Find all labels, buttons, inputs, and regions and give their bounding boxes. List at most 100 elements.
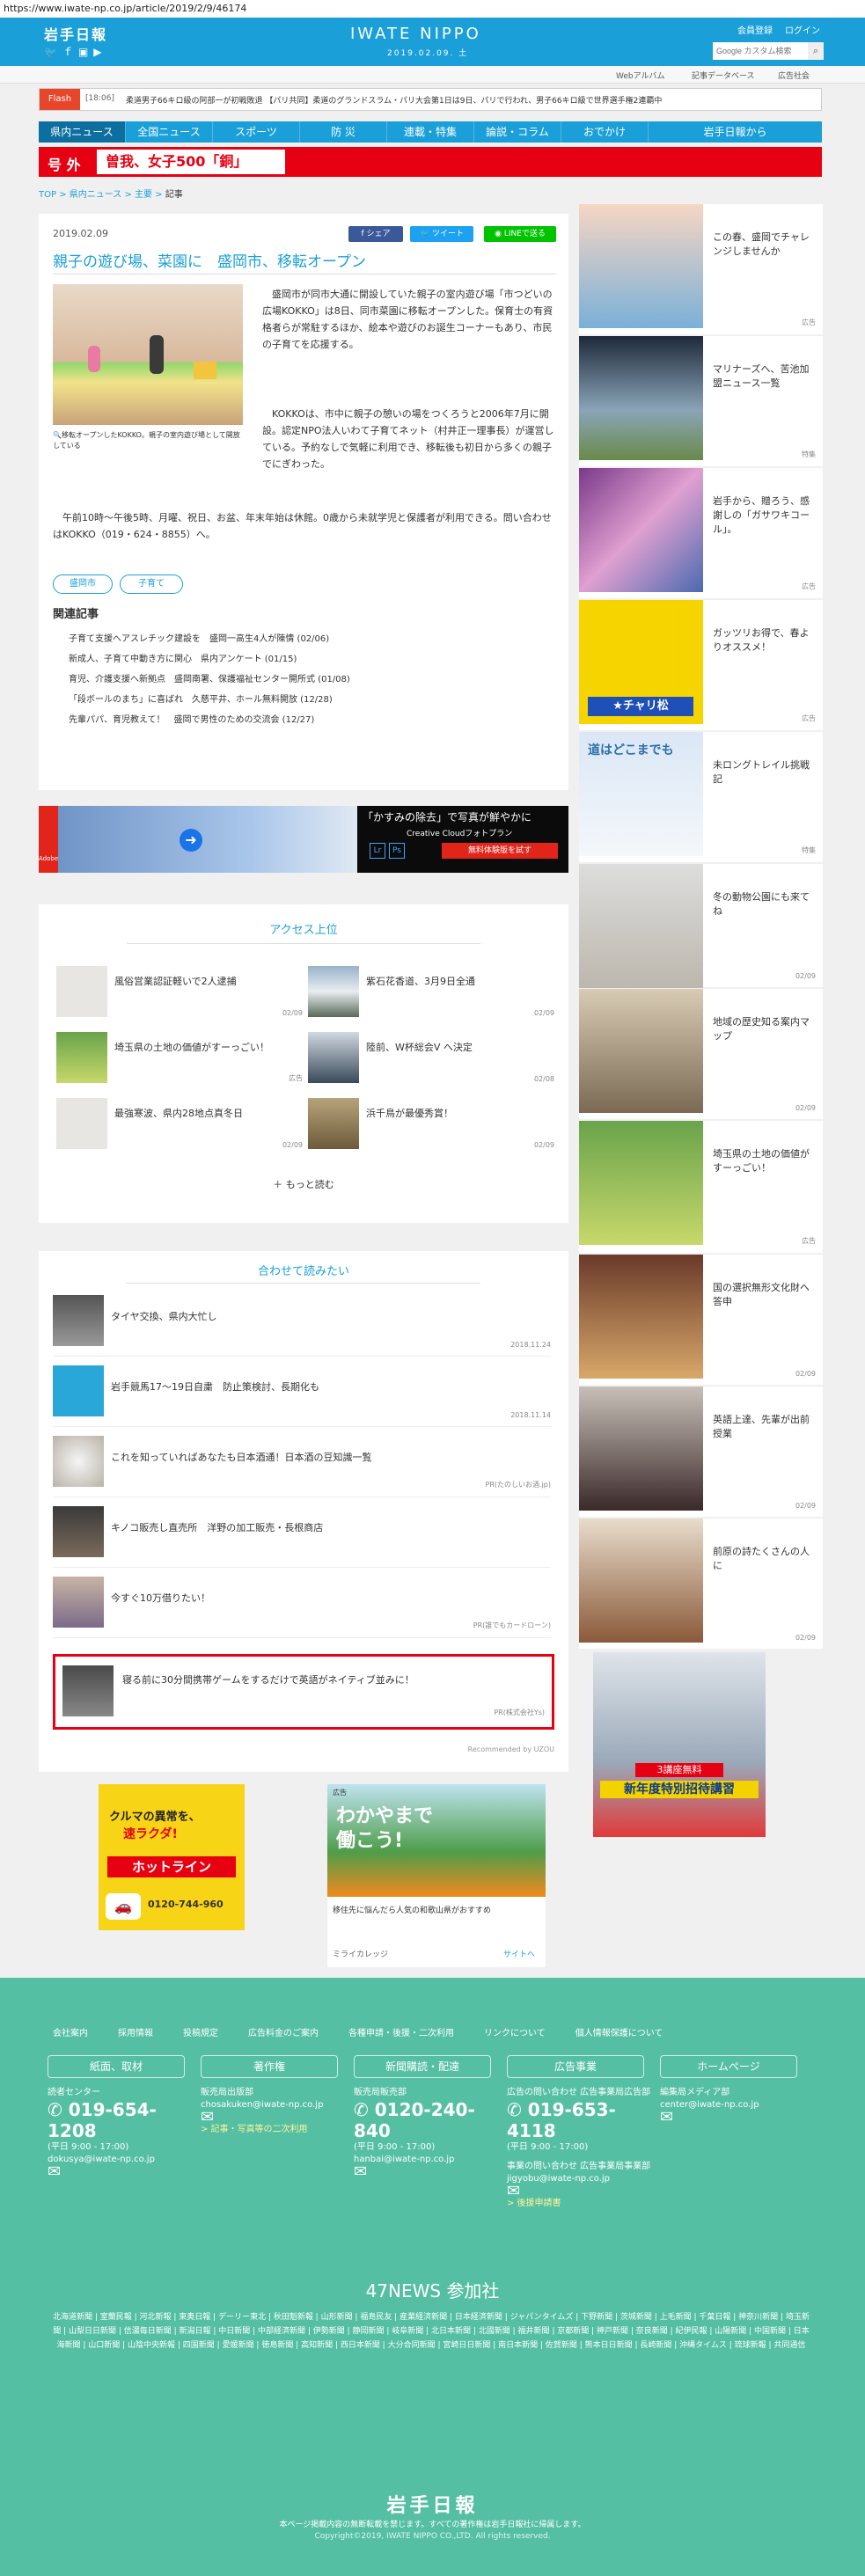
social-icons[interactable]: 🐦ｆ▣▶ — [44, 44, 107, 59]
zoom-icon[interactable]: 🔍 — [53, 431, 62, 439]
ad-site-link[interactable]: サイトへ — [503, 1948, 535, 1959]
email-link[interactable]: dokusya@iwate-np.co.jp — [48, 2154, 194, 2166]
line-share-button[interactable]: ◉ LINEで送る — [484, 226, 556, 242]
recommend-item[interactable]: これを知っていればあなたも日本酒通！日本酒の豆知識一覧 PR(たのしいお酒.jp) — [53, 1436, 551, 1497]
sidebar-item[interactable]: 前原の詩たくさんの人に 02/09 — [579, 1519, 823, 1649]
mail-icon[interactable]: ✉ — [201, 2110, 347, 2126]
recommend-item[interactable]: タイヤ交換、県内大忙し 2018.11.24 — [53, 1295, 551, 1357]
recommend-item-title: 寝る前に30分間携帯ゲームをするだけで英語がネイティブ並みに！ — [122, 1674, 414, 1686]
url-bar[interactable]: https://www.iwate-np.co.jp/article/2019/… — [0, 0, 865, 18]
adobe-banner-ad[interactable]: Adobe ➜ 「かすみの除去」で写真が鮮やかに Creative Cloudフ… — [39, 806, 568, 873]
footer-link[interactable]: 個人情報保護について — [575, 2025, 663, 2038]
sidebar-item[interactable]: 英語上達、先輩が出前授業 02/09 — [579, 1387, 823, 1517]
login-link[interactable]: ログイン — [785, 23, 820, 36]
email-link[interactable]: chosakuken@iwate-np.co.jp — [201, 2099, 347, 2111]
site-logo[interactable]: 岩手日報 — [44, 23, 107, 44]
breadcrumb-top[interactable]: TOP — [39, 190, 56, 200]
related-link[interactable]: 新成人、子育て中動き方に関心 県内アンケート (01/15) — [69, 651, 297, 664]
footer-link[interactable]: 会社案内 — [53, 2025, 88, 2038]
footer-col: 読者センター ✆ 019-654-1208 (平日 9:00 - 17:00) … — [48, 2087, 194, 2180]
partners-list[interactable]: 北海道新聞 | 室蘭民報 | 河北新報 | 東奥日報 | デーリー東北 | 秋田… — [53, 2310, 810, 2353]
access-item[interactable]: 最強寒波、県内28地点真冬日 02/09 — [56, 1098, 303, 1149]
thumbnail — [53, 1506, 104, 1557]
email-link[interactable]: jigyobu@iwate-np.co.jp — [507, 2173, 653, 2185]
access-item[interactable]: 陸前、W杯総会V へ決定 02/08 — [308, 1032, 554, 1083]
recommend-item[interactable]: キノコ販売し直売所 洋野の加工販売・長根商店 — [53, 1506, 551, 1568]
tag-morioka[interactable]: 盛岡市 — [53, 574, 113, 594]
footer-link[interactable]: 採用情報 — [118, 2025, 153, 2038]
trial-button[interactable]: 無料体験版を試す — [442, 843, 558, 859]
ad-company-link[interactable]: 広告社会 — [778, 70, 810, 81]
related-link[interactable]: 先輩パパ、育児教えて！ 盛岡で男性のための交流会 (12/27) — [69, 712, 314, 725]
flash-time: [18:06] — [85, 94, 114, 103]
mail-icon[interactable]: ✉ — [660, 2110, 806, 2126]
tag-childcare[interactable]: 子育て — [120, 574, 183, 594]
sidebar-item[interactable]: この春、盛岡でチャレンジしませんか 広告 — [579, 204, 823, 334]
sidebar-item[interactable]: 埼玉県の土地の価値がすーっごい！ 広告 — [579, 1121, 823, 1253]
flash-text[interactable]: 柔道男子66キロ級の阿部一が初戦敗退 【パリ共同】柔道のグランドスラム・パリ大会… — [126, 94, 817, 106]
related-link[interactable]: 育児、介護支援へ新拠点 盛岡南署、保護福祉センター開所式 (01/08) — [69, 671, 350, 684]
breadcrumb-main[interactable]: 主要 — [135, 190, 152, 200]
extra-headline[interactable]: 曽我、女子500「銅」 — [97, 150, 285, 174]
sidebar-item[interactable]: ★チャリ松 ガッツリお得で、春よりオススメ！ 広告 — [579, 600, 823, 730]
footer-link[interactable]: 投稿規定 — [183, 2025, 218, 2038]
footer-link[interactable]: リンクについて — [484, 2025, 546, 2038]
chariken-logo: ★チャリ松 — [588, 697, 693, 716]
related-link[interactable]: 「段ボールのまち」に喜ばれ 久慈平井、ホール無料開放 (12/28) — [69, 692, 333, 705]
wakayama-ad[interactable]: 広告 わかやまで 働こう! 移住先に悩んだら人気の和歌山県がおすすめ ミライカレ… — [327, 1784, 546, 1967]
tweet-button[interactable]: 🐦 ツイート — [410, 226, 473, 242]
sidebar-item[interactable]: 道はどこまでも 未ロングトレイル挑戦記 特集 — [579, 732, 823, 862]
ad-text: 速ラクダ! — [123, 1827, 178, 1841]
more-link[interactable]: ＋ もっと読む — [39, 1177, 568, 1191]
hotline-ad[interactable]: クルマの異常を、 速ラクダ! ホットライン 🚗 0120-744-960 — [99, 1784, 245, 1930]
mail-icon[interactable]: ✉ — [507, 2184, 653, 2199]
nav-outing[interactable]: おでかけ — [561, 121, 649, 143]
mail-icon[interactable]: ✉ — [354, 2164, 500, 2180]
nav-features[interactable]: 連載・特集 — [387, 121, 474, 143]
footer-link[interactable]: 広告料金のご案内 — [248, 2025, 319, 2038]
nav-national-news[interactable]: 全国ニュース — [126, 121, 213, 143]
sidebar-item[interactable]: 岩手から、贈ろう、感謝しの「ガサワキコール」。 広告 — [579, 468, 823, 598]
nav-sports[interactable]: スポーツ — [213, 121, 300, 143]
sidebar-item[interactable]: 国の選択無形文化財へ答申 02/09 — [579, 1255, 823, 1385]
web-album-link[interactable]: Webアルバム — [616, 70, 665, 81]
sidebar-ad[interactable]: 新年度特別招待講習 3講座無料 — [593, 1652, 766, 1837]
access-item[interactable]: 風俗営業認証軽いで2人逮捕 02/09 — [56, 966, 303, 1017]
ad-image: 広告 わかやまで 働こう! — [327, 1784, 546, 1897]
article-db-link[interactable]: 記事データベース — [692, 70, 755, 81]
recommend-item[interactable]: 岩手競馬17〜19日自粛 防止策検討、長期化も 2018.11.14 — [53, 1365, 551, 1427]
search-input[interactable] — [713, 42, 817, 60]
thumbnail — [579, 336, 703, 460]
related-link[interactable]: 子育て支援へアスレチック建設を 盛岡一高生4人が陳情 (02/06) — [69, 631, 329, 644]
uzou-credit[interactable]: Recommended by UZOU — [468, 1745, 554, 1753]
sponsor-link[interactable]: > 後援申請書 — [507, 2198, 653, 2210]
footer-link[interactable]: 各種申請・後援・二次利用 — [348, 2025, 454, 2038]
ad-text: 働こう! — [336, 1830, 404, 1852]
search-icon[interactable]: ⌕ — [808, 42, 824, 60]
sidebar-item[interactable]: 冬の動物公園にも来てね 02/09 — [579, 864, 823, 988]
thumbnail — [62, 1665, 114, 1716]
nav-editorial[interactable]: 論説・コラム — [474, 121, 561, 143]
extra-edition-bar[interactable]: 号 外 曽我、女子500「銅」 — [39, 147, 822, 177]
recommend-item-highlight[interactable]: 寝る前に30分間携帯ゲームをするだけで英語がネイティブ並みに！ PR(株式会社Y… — [53, 1654, 554, 1730]
footer-notice: 本ページ掲載内容の無断転載を禁じます。すべての著作権は岩手日報社に帰属します。 — [279, 2521, 586, 2529]
article-photo[interactable] — [53, 284, 243, 425]
email-link[interactable]: center@iwate-np.co.jp — [660, 2099, 806, 2111]
secondary-use-link[interactable]: > 記事・写真等の二次利用 — [201, 2124, 347, 2136]
footer-logo[interactable]: 岩手日報 — [0, 2490, 865, 2518]
recommend-item[interactable]: 今すぐ10万借りたい！ PR(誰でもカードローン) — [53, 1577, 551, 1638]
nav-disaster[interactable]: 防 災 — [300, 121, 387, 143]
sidebar-item[interactable]: 地域の歴史知る案内マップ 02/09 — [579, 989, 823, 1119]
thumbnail — [56, 1032, 107, 1083]
nav-from-iwate-nippo[interactable]: 岩手日報から — [649, 121, 822, 143]
member-register-link[interactable]: 会員登録 — [737, 23, 773, 36]
access-item[interactable]: 埼玉県の土地の価値がすーっごい！ 広告 — [56, 1032, 303, 1083]
mail-icon[interactable]: ✉ — [48, 2164, 194, 2180]
email-link[interactable]: hanbai@iwate-np.co.jp — [354, 2154, 500, 2166]
facebook-share-button[interactable]: f シェア — [348, 226, 403, 242]
sidebar-item[interactable]: マリナーズへ、苦池加盟ニュース一覧 特集 — [579, 336, 823, 466]
access-item[interactable]: 浜千鳥が最優秀賞！ 02/09 — [308, 1098, 554, 1149]
nav-prefecture-news[interactable]: 県内ニュース — [39, 121, 126, 143]
access-item[interactable]: 紫石花香道、3月9日全通 02/09 — [308, 966, 554, 1017]
breadcrumb-prefecture[interactable]: 県内ニュース — [70, 190, 122, 200]
